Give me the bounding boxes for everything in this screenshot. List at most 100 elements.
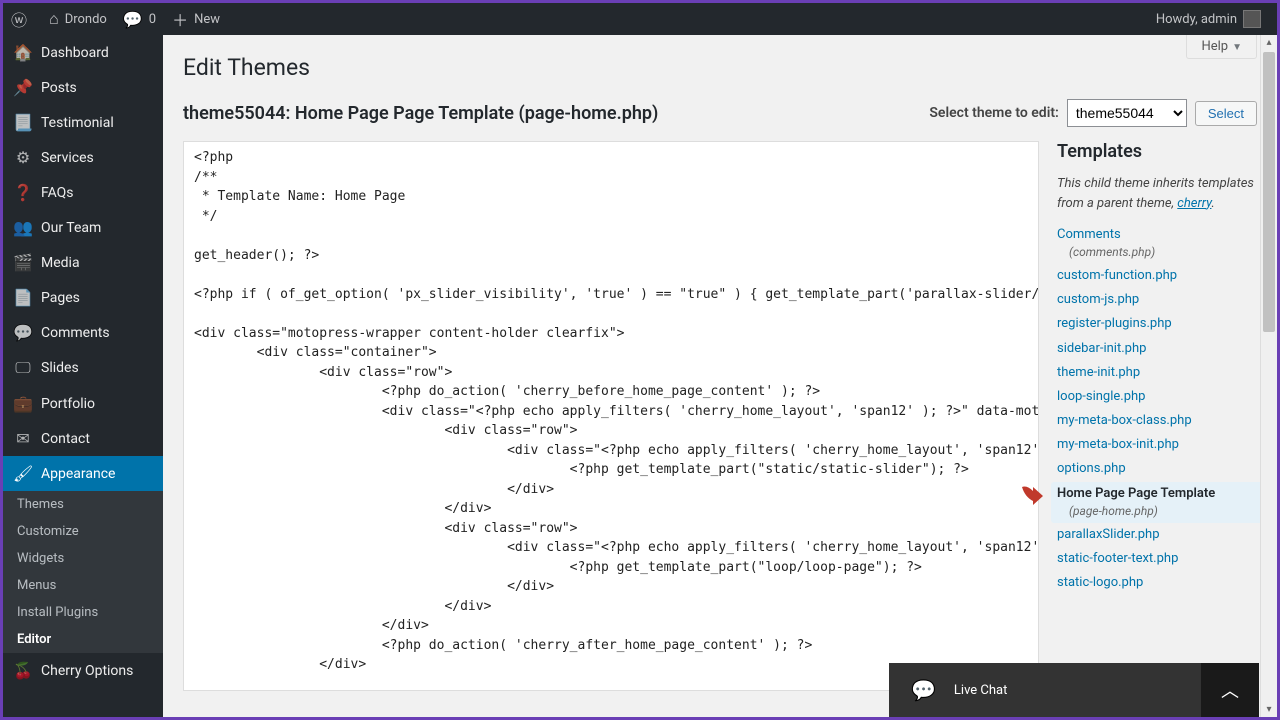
template-file-link[interactable]: parallaxSlider.php xyxy=(1057,527,1160,542)
theme-select[interactable]: theme55044 xyxy=(1067,99,1187,127)
sidebar-item-faqs[interactable]: ❓FAQs xyxy=(3,175,163,210)
template-file-item: Home Page Page Template(page-home.php) xyxy=(1051,482,1263,523)
chevron-down-icon: ▼ xyxy=(1232,42,1242,53)
template-file-link[interactable]: Comments xyxy=(1057,227,1121,242)
wordpress-icon: ⓦ xyxy=(11,7,27,31)
site-name[interactable]: ⌂Drondo xyxy=(41,3,115,35)
template-file-link[interactable]: custom-js.php xyxy=(1057,292,1139,307)
parent-theme-link[interactable]: cherry xyxy=(1177,196,1211,211)
menu-label: Comments xyxy=(41,325,110,341)
sidebar-item-cherry-options[interactable]: 🍒 Cherry Options xyxy=(3,653,163,688)
menu-label: Testimonial xyxy=(41,115,114,131)
menu-icon: 🖌 xyxy=(13,464,33,483)
code-editor[interactable] xyxy=(183,141,1039,691)
live-chat-button[interactable]: 💬 Live Chat xyxy=(889,678,1201,702)
comment-icon: 💬 xyxy=(123,10,143,29)
templates-heading: Templates xyxy=(1057,141,1257,162)
admin-bar: ⓦ ⌂Drondo 💬0 ＋New Howdy, admin xyxy=(3,3,1277,35)
template-file-item: loop-single.php xyxy=(1057,385,1257,409)
template-file-item: custom-function.php xyxy=(1057,264,1257,288)
menu-label: Our Team xyxy=(41,220,101,236)
site-name-label: Drondo xyxy=(65,12,107,27)
menu-label: FAQs xyxy=(41,185,74,201)
template-file-item: Comments (comments.php) xyxy=(1057,223,1257,264)
inherit-note: This child theme inherits templates from… xyxy=(1057,174,1257,213)
template-file-link[interactable]: Home Page Page Template xyxy=(1057,486,1215,501)
submenu-item-customize[interactable]: Customize xyxy=(3,518,163,545)
sidebar-item-services[interactable]: ⚙ Services xyxy=(3,140,163,175)
template-file-link[interactable]: my-meta-box-init.php xyxy=(1057,437,1179,452)
menu-label: Cherry Options xyxy=(41,663,133,679)
template-file-item: theme-init.php xyxy=(1057,361,1257,385)
sidebar-item-posts[interactable]: 📌Posts xyxy=(3,70,163,105)
template-file-item: static-logo.php xyxy=(1057,571,1257,595)
menu-icon: 📃 xyxy=(13,113,33,132)
submenu-item-editor[interactable]: Editor xyxy=(3,626,163,653)
menu-icon: 💼 xyxy=(13,394,33,413)
menu-label: Media xyxy=(41,255,80,271)
template-file-item: my-meta-box-init.php xyxy=(1057,433,1257,457)
template-file-sub: (comments.php) xyxy=(1057,244,1257,261)
menu-icon: 📄 xyxy=(13,288,33,307)
admin-sidebar: 🏠 Dashboard 📌Posts 📃 Testimonial ⚙ Services ❓FA… xyxy=(3,35,163,717)
template-file-link[interactable]: static-footer-text.php xyxy=(1057,551,1178,566)
my-account[interactable]: Howdy, admin xyxy=(1148,3,1269,35)
menu-label: Dashboard xyxy=(41,45,109,61)
template-file-item: parallaxSlider.php xyxy=(1057,523,1257,547)
template-file-item: my-meta-box-class.php xyxy=(1057,409,1257,433)
select-button[interactable]: Select xyxy=(1195,101,1257,126)
submenu-item-themes[interactable]: Themes xyxy=(3,491,163,518)
sidebar-item-pages[interactable]: 📄Pages xyxy=(3,280,163,315)
template-file-item: static-footer-text.php xyxy=(1057,547,1257,571)
menu-icon: 🖵 xyxy=(13,358,33,378)
comments-bubble[interactable]: 💬0 xyxy=(115,3,164,35)
sidebar-item-media[interactable]: 🎬 Media xyxy=(3,245,163,280)
sidebar-item-our-team[interactable]: 👥 Our Team xyxy=(3,210,163,245)
submenu-item-install-plugins[interactable]: Install Plugins xyxy=(3,599,163,626)
menu-label: Appearance xyxy=(41,466,115,482)
template-file-link[interactable]: sidebar-init.php xyxy=(1057,341,1146,356)
menu-icon: ✉ xyxy=(13,429,33,448)
sidebar-item-testimonial[interactable]: 📃 Testimonial xyxy=(3,105,163,140)
sidebar-item-dashboard[interactable]: 🏠 Dashboard xyxy=(3,35,163,70)
template-file-link[interactable]: custom-function.php xyxy=(1057,268,1177,283)
menu-icon: ⚙ xyxy=(13,148,33,167)
template-file-link[interactable]: register-plugins.php xyxy=(1057,316,1172,331)
template-file-item: custom-js.php xyxy=(1057,288,1257,312)
template-file-item: sidebar-init.php xyxy=(1057,337,1257,361)
menu-icon: 🍒 xyxy=(13,661,33,680)
sidebar-item-contact[interactable]: ✉ Contact xyxy=(3,421,163,456)
menu-icon: 👥 xyxy=(13,218,33,237)
chat-collapse-button[interactable]: ︿ xyxy=(1201,663,1259,717)
chevron-up-icon: ︿ xyxy=(1221,677,1239,703)
menu-label: Slides xyxy=(41,360,79,376)
sidebar-item-appearance[interactable]: 🖌 Appearance xyxy=(3,456,163,491)
menu-label: Contact xyxy=(41,431,90,447)
new-content[interactable]: ＋New xyxy=(164,3,228,35)
template-file-link[interactable]: theme-init.php xyxy=(1057,365,1140,380)
plus-icon: ＋ xyxy=(172,7,188,31)
window-scrollbar[interactable] xyxy=(1260,35,1277,717)
menu-label: Posts xyxy=(41,80,77,96)
sidebar-item-portfolio[interactable]: 💼Portfolio xyxy=(3,386,163,421)
help-tab[interactable]: Help▼ xyxy=(1186,35,1257,59)
template-file-list: Comments (comments.php) custom-function.ph… xyxy=(1057,223,1257,595)
live-chat-label: Live Chat xyxy=(954,683,1007,698)
chat-icon: 💬 xyxy=(911,678,936,702)
menu-icon: 🎬 xyxy=(13,253,33,272)
menu-icon: 🏠 xyxy=(13,43,33,62)
template-file-link[interactable]: my-meta-box-class.php xyxy=(1057,413,1192,428)
file-heading: theme55044: Home Page Page Template (pag… xyxy=(183,103,658,124)
content-area: Help▼ Edit Themes theme55044: Home Page … xyxy=(163,35,1277,717)
sidebar-item-slides[interactable]: 🖵 Slides xyxy=(3,350,163,386)
submenu-item-widgets[interactable]: Widgets xyxy=(3,545,163,572)
template-file-link[interactable]: loop-single.php xyxy=(1057,389,1145,404)
template-file-link[interactable]: options.php xyxy=(1057,461,1126,476)
page-title: Edit Themes xyxy=(183,45,1257,85)
sidebar-item-comments[interactable]: 💬Comments xyxy=(3,315,163,350)
submenu-item-menus[interactable]: Menus xyxy=(3,572,163,599)
menu-label: Services xyxy=(41,150,94,166)
howdy-label: Howdy, admin xyxy=(1156,12,1237,27)
wp-logo[interactable]: ⓦ xyxy=(3,3,41,35)
template-file-link[interactable]: static-logo.php xyxy=(1057,575,1143,590)
